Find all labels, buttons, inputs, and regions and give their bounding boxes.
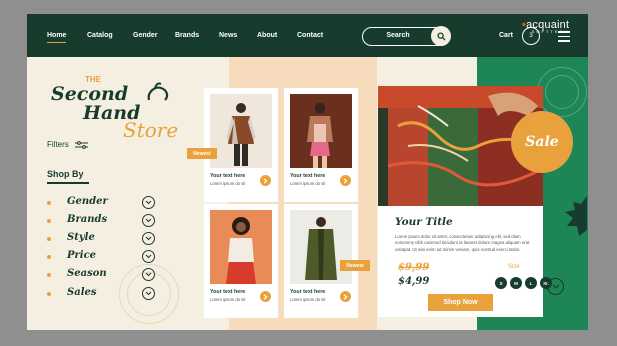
bullet-dot xyxy=(47,255,51,259)
product-title: Your text here xyxy=(210,289,246,295)
category-label: Brands xyxy=(67,214,108,225)
size-option-s[interactable]: S xyxy=(495,277,507,289)
nav-news[interactable]: News xyxy=(219,32,237,39)
category-label: Sales xyxy=(67,287,97,298)
product-card[interactable]: Your text here Lorem ipsum do sit xyxy=(204,204,278,318)
search-label: Search xyxy=(386,32,410,39)
chevron-right-icon xyxy=(343,293,348,300)
nav-brands[interactable]: Brands xyxy=(175,32,199,39)
category-sales[interactable]: Sales xyxy=(47,287,155,301)
sale-badge: Sale xyxy=(511,111,573,173)
category-price[interactable]: Price xyxy=(47,250,155,264)
category-label: Style xyxy=(67,232,95,243)
chevron-right-icon xyxy=(263,293,268,300)
cart-link[interactable]: Cart xyxy=(499,32,513,39)
product-photo[interactable] xyxy=(210,210,272,284)
nav-contact[interactable]: Contact xyxy=(297,32,323,39)
size-option-l[interactable]: L xyxy=(525,277,537,289)
product-title: Your text here xyxy=(210,173,246,179)
bullet-dot xyxy=(47,219,51,223)
chevron-down-icon[interactable] xyxy=(142,268,155,281)
product-card[interactable]: Your text here Lorem ipsum do sit xyxy=(204,88,278,202)
product-subtitle: Lorem ipsum do sit xyxy=(290,181,326,186)
shop-now-button[interactable]: Shop Now xyxy=(428,294,493,311)
product-arrow-button[interactable] xyxy=(260,175,271,186)
product-title: Your text here xyxy=(290,173,326,179)
nav-catalog[interactable]: Catalog xyxy=(87,32,113,39)
search-button[interactable] xyxy=(431,26,451,46)
bullet-dot xyxy=(47,201,51,205)
sale-label: Sale xyxy=(525,134,559,150)
product-subtitle: Lorem ipsum do sit xyxy=(290,297,326,302)
nav-about[interactable]: About xyxy=(257,32,277,39)
product-photo[interactable] xyxy=(290,94,352,168)
chevron-down-icon[interactable] xyxy=(142,214,155,227)
chevron-right-icon xyxy=(263,177,268,184)
store-landing-page: Home Catalog Gender Brands News About Co… xyxy=(27,14,588,330)
product-card[interactable]: Your text here Lorem ipsum do sit xyxy=(284,88,358,202)
category-label: Price xyxy=(67,250,97,261)
top-nav: Home Catalog Gender Brands News About Co… xyxy=(27,14,588,57)
old-price: $9,99 xyxy=(398,262,430,273)
chevron-down-icon xyxy=(552,284,559,289)
chevron-down-icon[interactable] xyxy=(142,287,155,300)
product-arrow-button[interactable] xyxy=(340,175,351,186)
product-photo[interactable] xyxy=(290,210,352,284)
chevron-down-icon[interactable] xyxy=(142,196,155,209)
category-gender[interactable]: Gender xyxy=(47,196,155,210)
new-price: $4,99 xyxy=(398,276,430,287)
category-brands[interactable]: Brands xyxy=(47,214,155,228)
newest-badge: Newest xyxy=(340,260,370,271)
category-season[interactable]: Season xyxy=(47,268,155,282)
category-label: Gender xyxy=(67,196,108,207)
product-subtitle: Lorem ipsum do sit xyxy=(210,181,246,186)
filters-toggle[interactable]: Filters xyxy=(47,140,88,149)
product-arrow-button[interactable] xyxy=(260,291,271,302)
hanger-icon xyxy=(147,82,169,101)
filters-label: Filters xyxy=(47,140,69,149)
scroll-down-button[interactable] xyxy=(547,278,564,295)
featured-title: Your Title xyxy=(395,216,453,228)
chevron-right-icon xyxy=(343,177,348,184)
nav-gender[interactable]: Gender xyxy=(133,32,158,39)
bullet-dot xyxy=(47,273,51,277)
product-photo[interactable] xyxy=(210,94,272,168)
decor-ring xyxy=(545,75,579,109)
size-label: Size xyxy=(508,264,520,270)
bullet-dot xyxy=(47,237,51,241)
featured-description: Lorem ipsum dolor sit amet, consectetuer… xyxy=(395,234,530,252)
product-subtitle: Lorem ipsum do sit xyxy=(210,297,246,302)
shop-by-heading: Shop By xyxy=(47,169,89,184)
category-style[interactable]: Style xyxy=(47,232,155,246)
search-icon xyxy=(436,31,446,41)
logo-store: Store xyxy=(123,118,179,142)
sliders-icon xyxy=(74,140,88,149)
nav-home[interactable]: Home xyxy=(47,32,67,43)
sunburst-decoration xyxy=(565,196,587,236)
size-option-m[interactable]: M xyxy=(510,277,522,289)
brand-watermark-logo: •acquaint SOFTTECH xyxy=(522,19,570,34)
bullet-dot xyxy=(47,292,51,296)
chevron-down-icon[interactable] xyxy=(142,250,155,263)
product-arrow-button[interactable] xyxy=(340,291,351,302)
category-label: Season xyxy=(67,268,107,279)
chevron-down-icon[interactable] xyxy=(142,232,155,245)
newest-badge: Newest xyxy=(187,148,217,159)
product-title: Your text here xyxy=(290,289,326,295)
